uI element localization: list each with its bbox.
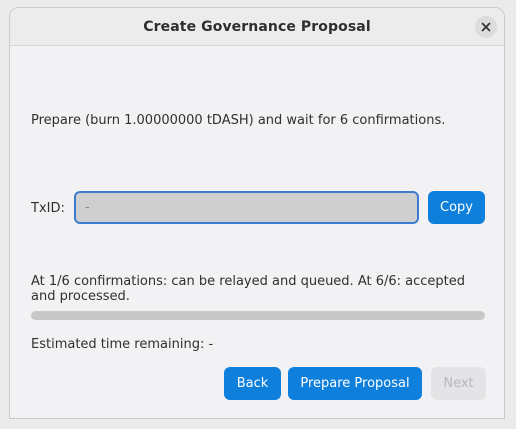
title-bar: Create Governance Proposal — [10, 8, 504, 46]
copy-button[interactable]: Copy — [428, 191, 485, 224]
txid-field[interactable] — [74, 191, 419, 224]
close-icon — [481, 22, 491, 32]
next-button[interactable]: Next — [431, 367, 486, 400]
confirmations-status-text: At 1/6 confirmations: can be relayed and… — [31, 274, 466, 304]
txid-label: TxID: — [31, 201, 65, 216]
dialog-title: Create Governance Proposal — [143, 18, 371, 35]
confirmation-progress-bar — [31, 311, 485, 320]
create-proposal-dialog: Create Governance Proposal Prepare (burn… — [9, 7, 505, 419]
close-button[interactable] — [475, 16, 497, 38]
back-button[interactable]: Back — [224, 367, 281, 400]
prepare-proposal-button[interactable]: Prepare Proposal — [288, 367, 422, 400]
estimated-time-remaining: Estimated time remaining: - — [31, 337, 214, 352]
prepare-description: Prepare (burn 1.00000000 tDASH) and wait… — [31, 113, 446, 128]
